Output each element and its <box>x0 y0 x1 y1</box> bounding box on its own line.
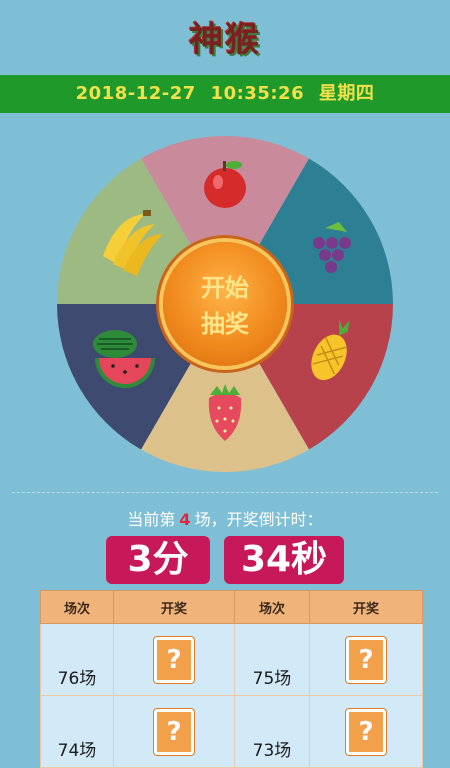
round-cell: 75场 <box>234 623 310 696</box>
result-cell: ? <box>309 623 423 696</box>
results-table-header: 场次 开奖 场次 开奖 <box>40 590 423 624</box>
round-status: 当前第 4 场，开奖倒计时： <box>0 506 450 530</box>
round-cell: 74场 <box>40 695 114 768</box>
result-cell: ? <box>113 623 235 696</box>
round-status-suffix: 场，开奖倒计时： <box>194 510 323 529</box>
section-divider <box>12 492 438 493</box>
round-cell: 73场 <box>234 695 310 768</box>
weekday-text: 星期四 <box>318 83 375 104</box>
start-draw-button[interactable]: 开始 抽奖 <box>163 242 287 366</box>
results-table: 场次 开奖 场次 开奖 76场 ? 75场 ? 74场 ? 73场 ? <box>40 590 423 768</box>
header-result-a: 开奖 <box>113 590 235 624</box>
prize-wheel: 开始 抽奖 <box>57 136 393 472</box>
result-cell: ? <box>309 695 423 768</box>
datetime-bar: 2018-12-27 10:35:26 星期四 <box>0 75 450 113</box>
unknown-result-icon[interactable]: ? <box>346 636 386 683</box>
round-cell: 76场 <box>40 623 114 696</box>
header-round-b: 场次 <box>234 590 310 624</box>
round-status-prefix: 当前第 <box>127 510 176 529</box>
header-round-a: 场次 <box>40 590 114 624</box>
table-row: 76场 ? 75场 ? <box>40 623 423 696</box>
countdown-minutes: 3分 <box>106 536 210 584</box>
start-draw-label-2: 抽奖 <box>201 310 249 338</box>
table-row: 74场 ? 73场 ? <box>40 695 423 768</box>
header-result-b: 开奖 <box>309 590 423 624</box>
countdown-seconds: 34秒 <box>224 536 344 584</box>
date-text: 2018-12-27 <box>75 83 196 104</box>
unknown-result-icon[interactable]: ? <box>154 636 194 683</box>
current-round-number: 4 <box>179 510 191 529</box>
time-text: 10:35:26 <box>210 83 305 104</box>
app-title: 神猴 <box>189 20 261 60</box>
start-draw-label-1: 开始 <box>201 274 249 302</box>
unknown-result-icon[interactable]: ? <box>346 708 386 755</box>
unknown-result-icon[interactable]: ? <box>154 708 194 755</box>
result-cell: ? <box>113 695 235 768</box>
